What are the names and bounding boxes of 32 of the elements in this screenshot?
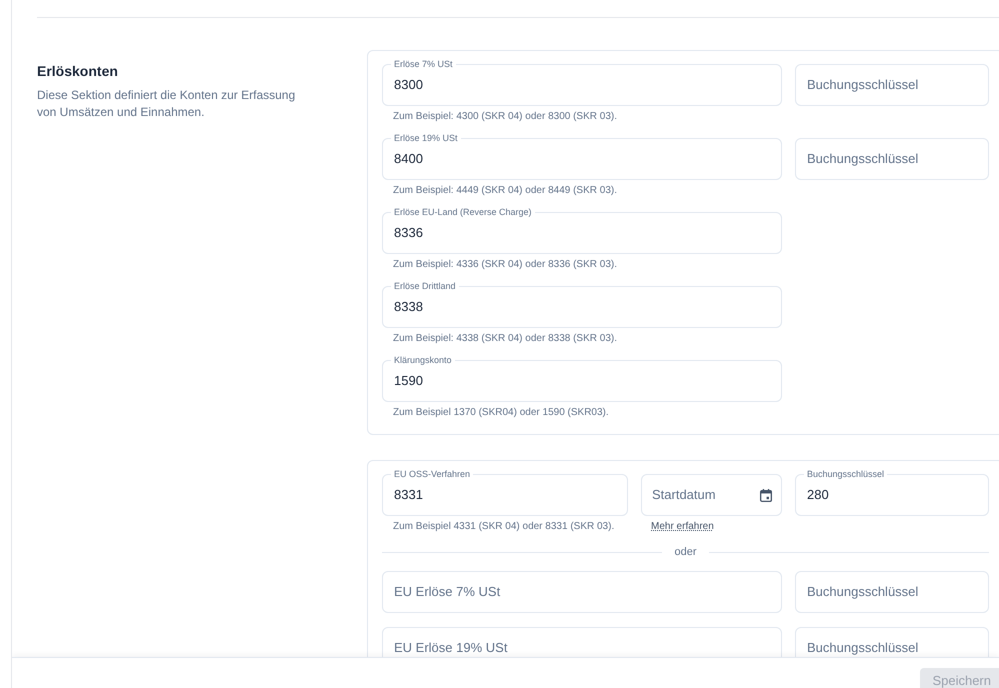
field-label: Klärungskonto	[393, 354, 453, 366]
account-field[interactable]: Erlöse 7% USt 8300	[382, 58, 782, 106]
section-title: Erlöskonten	[37, 63, 118, 80]
account-field[interactable]: Erlöse 19% USt 8400	[382, 132, 782, 180]
field-label: Buchungsschlüssel	[806, 468, 886, 480]
account-field[interactable]: Erlöse Drittland 8338	[382, 280, 782, 328]
helper-text: Zum Beispiel 1370 (SKR04) oder 1590 (SKR03).	[392, 406, 610, 420]
helper-text: Zum Beispiel 4331 (SKR 04) oder 8331 (SKR 03).	[392, 520, 616, 534]
date-field[interactable]: Startdatum	[641, 474, 782, 516]
calendar-icon[interactable]	[760, 488, 772, 502]
account-field[interactable]: EU OSS-Verfahren 8331	[382, 468, 628, 516]
field-label: Erlöse 19% USt	[393, 132, 459, 144]
helper-text: Zum Beispiel: 4336 (SKR 04) oder 8336 (SKR 03).	[392, 258, 618, 272]
account-field[interactable]: EU Erlöse 7% USt	[382, 571, 782, 613]
account-field[interactable]: Erlöse EU-Land (Reverse Charge) 8336	[382, 206, 782, 254]
account-field[interactable]: Klärungskonto 1590	[382, 354, 782, 402]
helper-text: Zum Beispiel: 4449 (SKR 04) oder 8449 (SKR 03).	[392, 184, 618, 198]
booking-key-field[interactable]: Buchungsschlüssel	[795, 64, 989, 106]
booking-key-field[interactable]: Buchungsschlüssel	[795, 627, 989, 657]
field-label: Erlöse EU-Land (Reverse Charge)	[393, 206, 533, 218]
helper-text: Zum Beispiel: 4338 (SKR 04) oder 8338 (SKR 03).	[392, 332, 618, 346]
section-description: Diese Sektion definiert die Konten zur Erfassung von Umsätzen und Einnahmen.	[37, 87, 296, 121]
booking-key-field[interactable]: Buchungsschlüssel	[795, 138, 989, 180]
field-label: Erlöse Drittland	[393, 280, 457, 292]
field-label: EU OSS-Verfahren	[393, 468, 472, 480]
field-label: Erlöse 7% USt	[393, 58, 454, 70]
booking-key-field[interactable]: Buchungsschlüssel	[795, 571, 989, 613]
separator-label: oder	[674, 545, 697, 560]
helper-text: Zum Beispiel: 4300 (SKR 04) oder 8300 (SKR 03).	[392, 110, 618, 124]
account-field[interactable]: EU Erlöse 19% USt	[382, 627, 782, 657]
booking-key-field[interactable]: Buchungsschlüssel 280	[795, 468, 989, 516]
learn-more-link[interactable]: Mehr erfahren	[651, 520, 714, 534]
